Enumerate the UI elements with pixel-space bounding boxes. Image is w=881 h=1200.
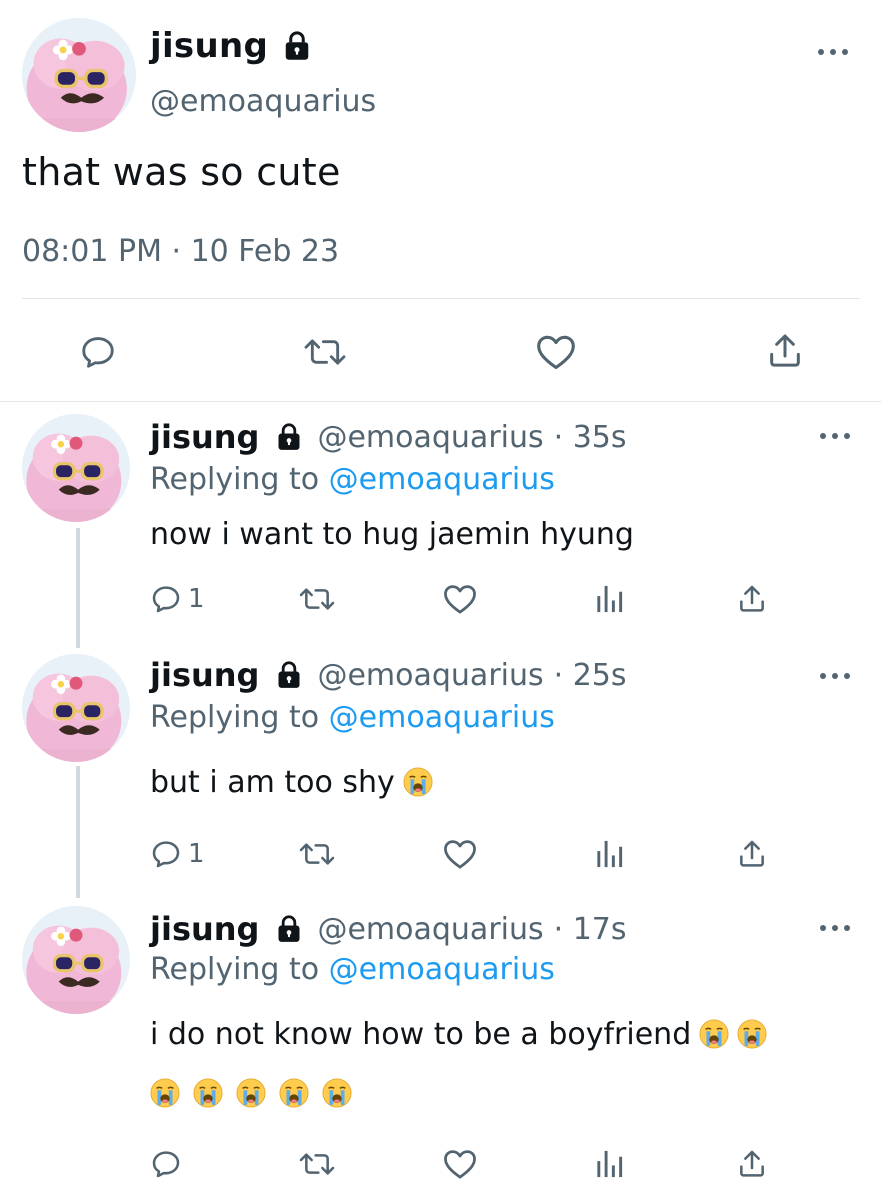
tweet-timestamp[interactable]: 08:01 PM · 10 Feb 23	[22, 234, 339, 269]
share-button[interactable]	[765, 331, 805, 371]
crying-emoji-icon	[193, 1078, 223, 1108]
share-button[interactable]	[736, 1148, 768, 1180]
thread-line	[76, 766, 80, 898]
like-button[interactable]	[442, 1148, 478, 1180]
reply-icon	[152, 586, 180, 613]
like-button[interactable]	[442, 583, 478, 615]
analytics-icon	[597, 1150, 623, 1178]
tweet-text: that was so cute	[22, 150, 341, 194]
like-icon	[444, 585, 476, 614]
retweet-icon	[299, 1153, 335, 1175]
views-button[interactable]	[594, 1148, 624, 1180]
reply-time[interactable]: · 25s	[554, 658, 627, 693]
author-handle[interactable]: @emoaquarius	[317, 420, 543, 455]
reply-time[interactable]: · 17s	[554, 912, 627, 947]
reply-count: 1	[188, 839, 205, 869]
reply-button[interactable]: 1	[150, 838, 205, 870]
like-icon	[444, 1150, 476, 1179]
more-icon[interactable]	[820, 666, 850, 686]
retweet-button[interactable]	[298, 1148, 336, 1180]
more-icon[interactable]	[820, 426, 850, 446]
reply-icon	[152, 1151, 180, 1178]
more-icon[interactable]	[820, 918, 850, 938]
mention-link[interactable]: @emoaquarius	[329, 462, 555, 497]
retweet-button[interactable]	[302, 333, 348, 371]
author-handle[interactable]: @emoaquarius	[150, 84, 376, 119]
replying-to: Replying to @emoaquarius	[150, 462, 555, 497]
like-icon	[444, 840, 476, 869]
lock-icon	[282, 31, 312, 61]
retweet-icon	[299, 843, 335, 865]
tweet-text: but i am too shy	[150, 765, 395, 800]
retweet-button[interactable]	[298, 583, 336, 615]
crying-emoji-icon	[737, 1019, 767, 1049]
reply-icon	[82, 337, 114, 368]
avatar[interactable]	[22, 906, 130, 1014]
author-handle[interactable]: @emoaquarius	[317, 658, 543, 693]
crying-emoji-icon	[150, 1078, 180, 1108]
replying-to: Replying to @emoaquarius	[150, 952, 555, 987]
share-icon	[740, 1150, 764, 1177]
tweet-text-row: but i am too shy	[150, 756, 850, 810]
mention-link[interactable]: @emoaquarius	[329, 952, 555, 987]
reply-header: jisung @emoaquarius · 35s	[150, 418, 627, 456]
author-name[interactable]: jisung	[150, 910, 259, 948]
like-icon	[537, 335, 575, 370]
replying-to: Replying to @emoaquarius	[150, 700, 555, 735]
avatar[interactable]	[22, 654, 130, 762]
views-button[interactable]	[594, 583, 624, 615]
retweet-button[interactable]	[298, 838, 336, 870]
reply-button[interactable]	[150, 1148, 188, 1180]
reply-button[interactable]	[78, 333, 118, 371]
crying-emoji-icon	[699, 1019, 729, 1049]
avatar[interactable]	[22, 414, 130, 522]
crying-emoji-icon	[236, 1078, 266, 1108]
replying-to-label: Replying to	[150, 462, 329, 497]
retweet-icon	[304, 339, 346, 365]
share-button[interactable]	[736, 583, 768, 615]
emoji-row	[150, 1078, 352, 1108]
divider	[0, 401, 881, 402]
replying-to-label: Replying to	[150, 952, 329, 987]
divider	[22, 298, 860, 299]
author-name[interactable]: jisung	[150, 656, 259, 694]
crying-emoji-icon	[279, 1078, 309, 1108]
views-button[interactable]	[594, 838, 624, 870]
thread-line	[76, 528, 80, 648]
crying-emoji-icon	[403, 767, 433, 797]
mention-link[interactable]: @emoaquarius	[329, 700, 555, 735]
analytics-icon	[597, 585, 623, 613]
lock-icon	[275, 915, 303, 943]
retweet-icon	[299, 588, 335, 610]
reply-count: 1	[188, 584, 205, 614]
author-name[interactable]: jisung	[150, 418, 259, 456]
reply-header: jisung @emoaquarius · 25s	[150, 656, 627, 694]
author-name-row: jisung	[150, 26, 312, 66]
lock-icon	[275, 661, 303, 689]
reply-icon	[152, 841, 180, 868]
share-icon	[740, 840, 764, 867]
crying-emoji-icon	[322, 1078, 352, 1108]
share-icon	[740, 585, 764, 612]
tweet-text: now i want to hug jaemin hyung	[150, 517, 634, 552]
share-icon	[770, 334, 800, 367]
tweet-text: i do not know how to be a boyfriend	[150, 1017, 692, 1052]
replying-to-label: Replying to	[150, 700, 329, 735]
author-name[interactable]: jisung	[150, 26, 268, 66]
reply-button[interactable]: 1	[150, 583, 205, 615]
reply-time[interactable]: · 35s	[554, 420, 627, 455]
avatar[interactable]	[22, 18, 136, 132]
like-button[interactable]	[442, 838, 478, 870]
analytics-icon	[597, 840, 623, 868]
share-button[interactable]	[736, 838, 768, 870]
like-button[interactable]	[534, 333, 578, 371]
more-icon[interactable]	[818, 42, 848, 62]
reply-header: jisung @emoaquarius · 17s	[150, 910, 627, 948]
lock-icon	[275, 423, 303, 451]
author-handle[interactable]: @emoaquarius	[317, 912, 543, 947]
tweet-text-row: i do not know how to be a boyfriend	[150, 1008, 850, 1062]
